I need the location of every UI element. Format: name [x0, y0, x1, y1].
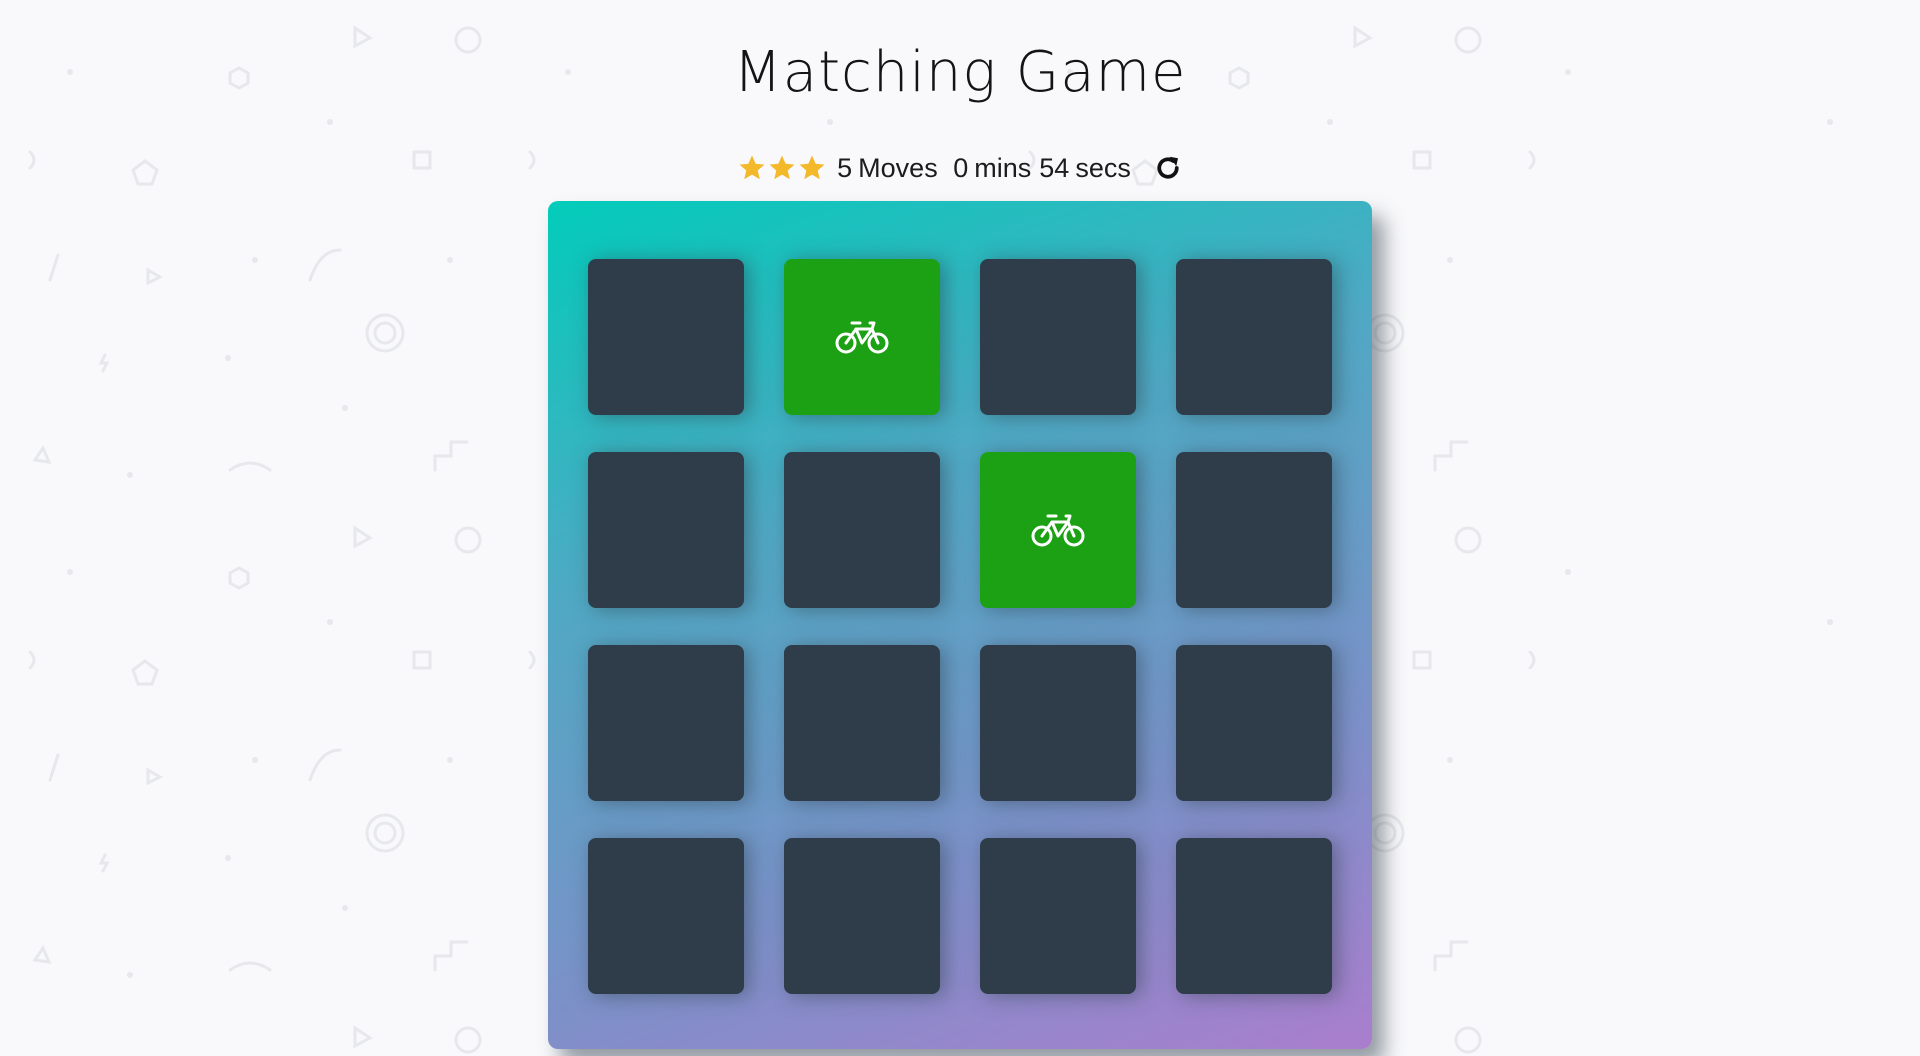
- card[interactable]: [784, 452, 940, 608]
- bicycle-icon: [835, 321, 889, 354]
- timer-secs-value: 54: [1039, 152, 1070, 183]
- score-panel: 5 Moves 0 mins 54 secs: [0, 148, 1920, 188]
- card[interactable]: [588, 452, 744, 608]
- timer: 0 mins 54 secs: [953, 153, 1131, 183]
- game-container: Matching Game 5 Moves 0 mins 54 secs: [0, 0, 1920, 1056]
- card[interactable]: [1176, 645, 1332, 801]
- card[interactable]: [1176, 452, 1332, 608]
- timer-secs-label: secs: [1075, 152, 1131, 183]
- moves-value: 5: [837, 152, 853, 183]
- redo-icon[interactable]: [1153, 153, 1183, 183]
- card[interactable]: [588, 259, 744, 415]
- card-matched[interactable]: [784, 259, 940, 415]
- card-deck: [548, 201, 1372, 1049]
- card[interactable]: [784, 645, 940, 801]
- timer-mins-label: mins: [974, 152, 1032, 183]
- card[interactable]: [784, 838, 940, 994]
- card[interactable]: [980, 259, 1136, 415]
- star-icon: [769, 155, 795, 180]
- bicycle-icon: [1031, 514, 1085, 547]
- timer-mins-value: 0: [953, 152, 969, 183]
- moves-count: 5 Moves: [837, 153, 938, 183]
- score-text: 5 Moves 0 mins 54 secs: [837, 153, 1139, 184]
- star-rating: [737, 153, 827, 183]
- page-title: Matching Game: [733, 40, 1187, 105]
- card[interactable]: [1176, 838, 1332, 994]
- card[interactable]: [980, 645, 1136, 801]
- star-icon: [739, 155, 765, 180]
- moves-label: Moves: [858, 152, 938, 183]
- card[interactable]: [1176, 259, 1332, 415]
- star-icon: [799, 155, 825, 180]
- card-matched[interactable]: [980, 452, 1136, 608]
- card[interactable]: [588, 838, 744, 994]
- card[interactable]: [980, 838, 1136, 994]
- card[interactable]: [588, 645, 744, 801]
